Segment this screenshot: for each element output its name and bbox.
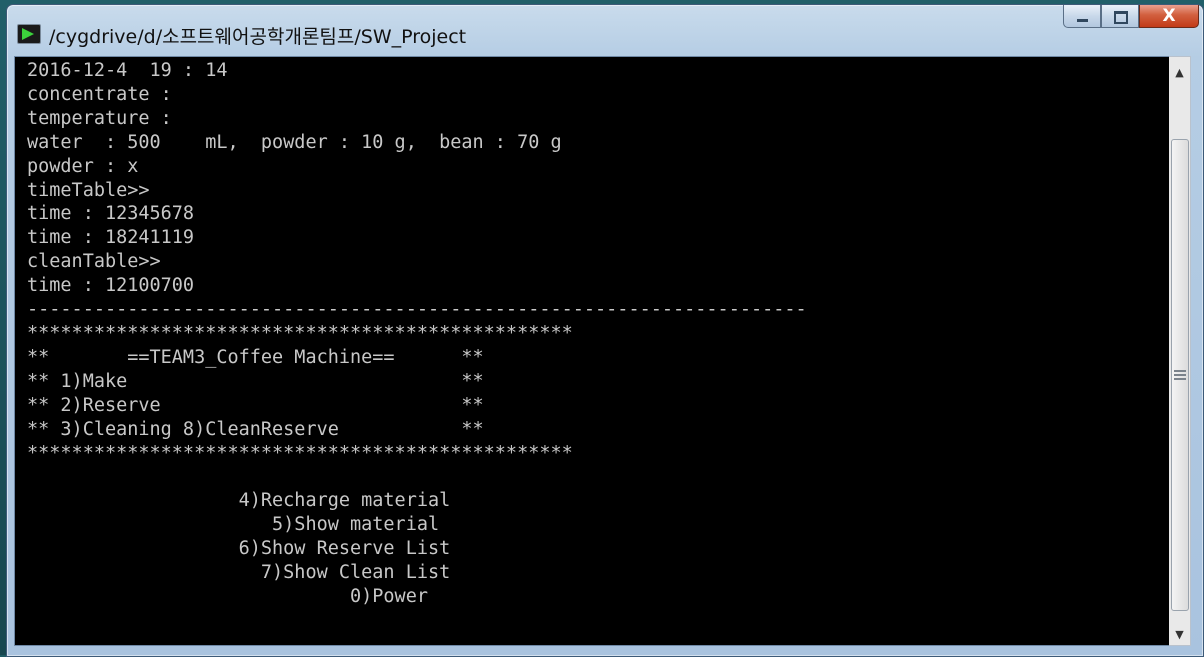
console-line: 0)Power [27, 585, 428, 607]
console-line: 4)Recharge material [27, 490, 451, 512]
console-line: timeTable>> [27, 179, 150, 201]
window-title: /cygdrive/d/소프트웨어공학개론팀프/SW_Project [49, 26, 467, 48]
cygwin-terminal-icon[interactable] [17, 24, 41, 44]
vertical-scrollbar[interactable]: ▲ ▼ [1169, 56, 1191, 646]
close-icon: X [1162, 6, 1176, 26]
console-line: water : 500 mL, powder : 10 g, bean : 70… [27, 131, 562, 153]
console-line: concentrate : [27, 83, 172, 105]
maximize-icon [1114, 11, 1128, 24]
grip-icon [1174, 370, 1186, 380]
minimize-button[interactable] [1063, 5, 1101, 28]
scroll-thumb[interactable] [1171, 139, 1189, 611]
caption-buttons: X [1063, 5, 1199, 29]
console-line: ****************************************… [27, 322, 573, 344]
console-line: 6)Show Reserve List [27, 538, 451, 560]
console-line: time : 12100700 [27, 275, 195, 297]
maximize-button[interactable] [1101, 5, 1139, 28]
console-line: 5)Show material [27, 514, 440, 536]
console-line: 2016-12-4 19 : 14 [27, 60, 228, 81]
minimize-icon [1077, 19, 1088, 22]
console-line: ----------------------------------------… [27, 299, 807, 321]
console-line: 7)Show Clean List [27, 562, 451, 584]
console-line: ****************************************… [27, 442, 573, 464]
close-button[interactable]: X [1139, 5, 1199, 28]
console-line: powder : x [27, 155, 139, 177]
scroll-down-icon[interactable]: ▼ [1169, 625, 1190, 645]
console-line: ** 2)Reserve ** [27, 394, 484, 416]
console-line: time : 18241119 [27, 227, 195, 249]
console-line: temperature : [27, 107, 172, 129]
console-text: 2016-12-4 19 : 14 concentrate : temperat… [27, 59, 807, 609]
console-line: time : 12345678 [27, 203, 195, 225]
console-line: ** 3)Cleaning 8)CleanReserve ** [27, 418, 484, 440]
title-bar[interactable]: /cygdrive/d/소프트웨어공학개론팀프/SW_Project X [7, 5, 1203, 53]
console-line: cleanTable>> [27, 251, 161, 273]
console-line: ** ==TEAM3_Coffee Machine== ** [27, 346, 484, 368]
console-line: ** 1)Make ** [27, 370, 484, 392]
scroll-up-icon[interactable]: ▲ [1169, 63, 1190, 83]
console-output[interactable]: 2016-12-4 19 : 14 concentrate : temperat… [14, 56, 1170, 646]
